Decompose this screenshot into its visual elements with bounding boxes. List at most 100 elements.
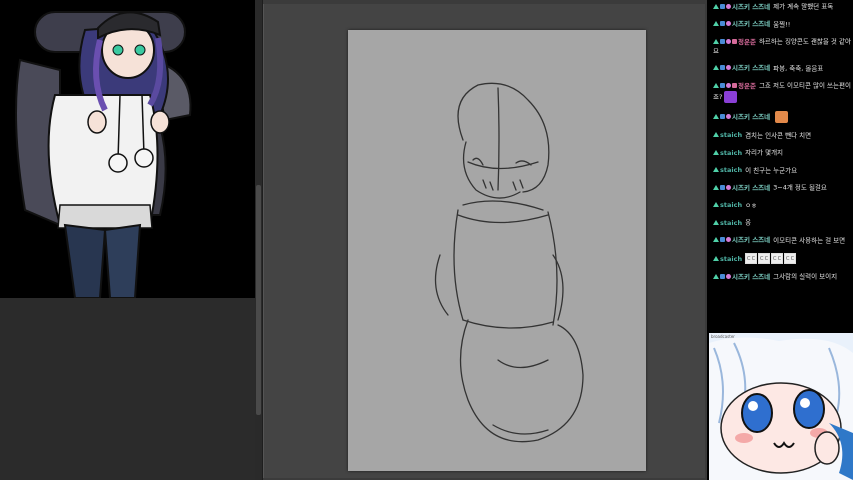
- badge-up-icon: [713, 237, 719, 242]
- chat-username[interactable]: staich: [720, 149, 742, 157]
- badge-up-icon: [713, 65, 719, 70]
- chat-message: 시즈키 스즈네 제가 계속 말했던 표독: [713, 2, 851, 12]
- chat-username[interactable]: 시즈키 스즈네: [732, 184, 770, 192]
- badge-up-icon: [713, 255, 719, 261]
- chat-message: staich 이 친구는 누군가요: [713, 166, 851, 176]
- chat-message: 시즈키 스즈네 파봉, 축축, 몰음표: [713, 64, 851, 74]
- chat-badges: [713, 112, 732, 121]
- chat-message: 시즈키 스즈네 움찔!!: [713, 20, 851, 30]
- badge-up-icon: [713, 132, 719, 137]
- badge-sq-icon: [720, 273, 725, 279]
- badge-ht-icon: [726, 237, 731, 242]
- chat-username[interactable]: 시즈키 스즈네: [732, 64, 770, 72]
- chat-badges: [713, 81, 738, 90]
- chat-message: 시즈키 스즈네: [713, 110, 851, 123]
- badge-up-icon: [713, 202, 719, 207]
- drawing-app-window[interactable]: [255, 0, 707, 480]
- chat-badges: [713, 236, 732, 245]
- chat-badges: [713, 64, 732, 73]
- badge-ht-icon: [726, 184, 731, 190]
- chat-message: staich 옹: [713, 218, 851, 228]
- chat-text: 파봉, 축축, 몰음표: [773, 64, 824, 72]
- chat-username[interactable]: staich: [720, 255, 742, 263]
- webcam-avatar: broadcaster: [709, 333, 853, 480]
- scrollbar-thumb[interactable]: [256, 185, 261, 415]
- chat-username[interactable]: 시즈키 스즈네: [732, 113, 770, 121]
- chat-text: 자리가 몇개지: [745, 148, 784, 157]
- chat-username[interactable]: 정운준: [738, 82, 756, 90]
- chat-message: 시즈키 스즈네 그사람의 실력이 보이지: [713, 272, 851, 282]
- chibi-avatar-illustration: [709, 337, 853, 480]
- badge-up-icon: [713, 219, 719, 225]
- chat-badges: [713, 272, 732, 281]
- chat-badges: [713, 20, 732, 29]
- chat-badges: [713, 201, 720, 210]
- chat-badges: [713, 218, 720, 227]
- chat-username[interactable]: staich: [720, 166, 742, 174]
- cam-label: broadcaster: [711, 334, 735, 339]
- chat-text: 제가 계속 말했던 표독: [773, 2, 834, 11]
- badge-up-icon: [713, 273, 719, 279]
- chat-text: 그사람의 실력이 보이지: [773, 272, 838, 281]
- chat-badges: [713, 183, 732, 192]
- badge-sq-icon: [720, 113, 725, 119]
- chat-message: 시즈키 스즈네 이모티콘 사용하는 걸 보면: [713, 236, 851, 246]
- badge-ht-icon: [726, 3, 731, 9]
- chat-message: staich 자리가 몇개지: [713, 148, 851, 158]
- emote-box-icon: ㄷㄷ: [745, 253, 758, 264]
- chat-text: 3~4개 정도 될걸요: [773, 183, 827, 192]
- badge-sq-icon: [720, 21, 725, 26]
- badge-tag-icon: [732, 38, 737, 44]
- chat-username[interactable]: staich: [720, 131, 742, 139]
- badge-ht-icon: [726, 113, 731, 119]
- drawing-canvas[interactable]: [348, 30, 646, 471]
- chat-text: 옹: [745, 218, 752, 227]
- emote-box-icon: ㄷㄷ: [758, 253, 771, 264]
- chat-text: 움찔!!: [773, 20, 791, 28]
- chat-message: staich 겹치는 인사콘 뺀다 치면: [713, 131, 851, 141]
- chat-message: staich ㅇㅎ: [713, 201, 851, 211]
- chat-badges: [713, 37, 738, 46]
- chat-badges: [713, 148, 720, 157]
- badge-tag-icon: [732, 82, 737, 88]
- chat-badges: [713, 254, 720, 263]
- chat-message: staich ㄷㄷ ㄷㄷ ㄷㄷ ㄷㄷ: [713, 253, 851, 264]
- empty-panel: [0, 298, 255, 480]
- vtuber-avatar-illustration: [15, 11, 192, 298]
- chat-username[interactable]: staich: [720, 201, 742, 209]
- chat-username[interactable]: 정운준: [738, 38, 756, 46]
- emote-icon: [775, 110, 789, 123]
- chat-badges: [713, 2, 732, 11]
- chat-message: 시즈키 스즈네 3~4개 정도 될걸요: [713, 183, 851, 193]
- badge-sq-icon: [720, 82, 725, 88]
- chat-username[interactable]: 시즈키 스즈네: [732, 236, 770, 244]
- badge-ht-icon: [726, 38, 731, 44]
- chat-text: 겹치는 인사콘 뺀다 치면: [745, 131, 812, 139]
- emote-box-icon: ㄷㄷ: [771, 253, 784, 264]
- chat-username[interactable]: 시즈키 스즈네: [732, 3, 770, 11]
- badge-sq-icon: [720, 38, 725, 44]
- badge-ht-icon: [726, 65, 731, 70]
- chat-message: 정운준 그죠 저도 이모티콘 많이 쓰는편이죠?: [713, 81, 851, 103]
- badge-ht-icon: [726, 21, 731, 26]
- badge-up-icon: [713, 113, 719, 119]
- emote-icon: [724, 90, 738, 103]
- vertical-scrollbar[interactable]: [255, 0, 263, 480]
- chat-username[interactable]: staich: [720, 219, 742, 227]
- chat-text: ㅇㅎ: [745, 201, 758, 209]
- chat-text: 이 친구는 누군가요: [745, 166, 798, 174]
- badge-up-icon: [713, 38, 719, 44]
- chat-username[interactable]: 시즈키 스즈네: [732, 20, 770, 28]
- chat-username[interactable]: 시즈키 스즈네: [732, 273, 770, 281]
- badge-up-icon: [713, 184, 719, 190]
- badge-ht-icon: [726, 273, 731, 279]
- badge-sq-icon: [720, 184, 725, 190]
- badge-up-icon: [713, 82, 719, 88]
- chat-badges: [713, 131, 720, 140]
- badge-ht-icon: [726, 82, 731, 88]
- badge-sq-icon: [720, 65, 725, 70]
- chat-text: 이모티콘 사용하는 걸 보면: [773, 236, 846, 244]
- canvas-viewport[interactable]: [263, 4, 705, 478]
- badge-up-icon: [713, 21, 719, 26]
- emote-box-icon: ㄷㄷ: [784, 253, 797, 264]
